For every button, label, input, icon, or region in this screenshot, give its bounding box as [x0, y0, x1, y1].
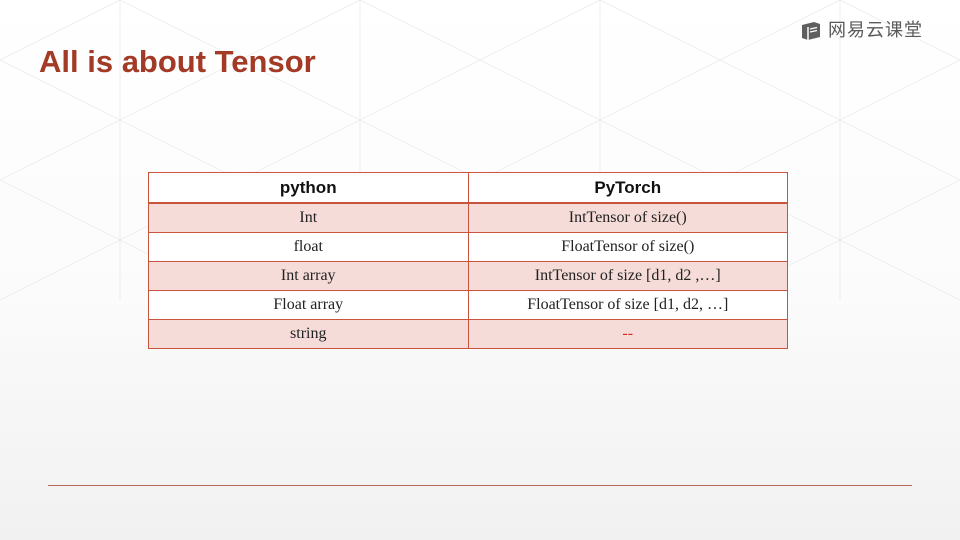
python-type-cell: Float array — [148, 290, 469, 320]
slide-title: All is about Tensor — [39, 44, 316, 79]
table-row: string -- — [148, 319, 788, 349]
python-pytorch-type-table: python PyTorch Int IntTensor of size() f… — [148, 172, 788, 349]
pytorch-type-cell: FloatTensor of size [d1, d2, …] — [467, 290, 788, 320]
python-type-cell: float — [148, 232, 469, 262]
column-header-pytorch: PyTorch — [467, 172, 788, 204]
pytorch-type-cell: FloatTensor of size() — [467, 232, 788, 262]
footer-divider — [48, 485, 912, 486]
brand-logo: 网易云课堂 — [800, 20, 923, 42]
pytorch-type-cell: -- — [467, 319, 788, 349]
brand-name: 网易云课堂 — [828, 20, 923, 41]
pytorch-type-cell: IntTensor of size [d1, d2 ,…] — [467, 261, 788, 291]
column-header-python: python — [148, 172, 469, 204]
table-row: float FloatTensor of size() — [148, 232, 788, 262]
table-header-row: python PyTorch — [148, 172, 788, 204]
table-row: Int array IntTensor of size [d1, d2 ,…] — [148, 261, 788, 291]
netease-cloud-classroom-icon — [802, 22, 820, 40]
python-type-cell: Int — [148, 202, 469, 233]
table-row: Int IntTensor of size() — [148, 202, 788, 233]
table-row: Float array FloatTensor of size [d1, d2,… — [148, 290, 788, 320]
pytorch-type-cell: IntTensor of size() — [467, 202, 788, 233]
python-type-cell: string — [148, 319, 469, 349]
python-type-cell: Int array — [148, 261, 469, 291]
